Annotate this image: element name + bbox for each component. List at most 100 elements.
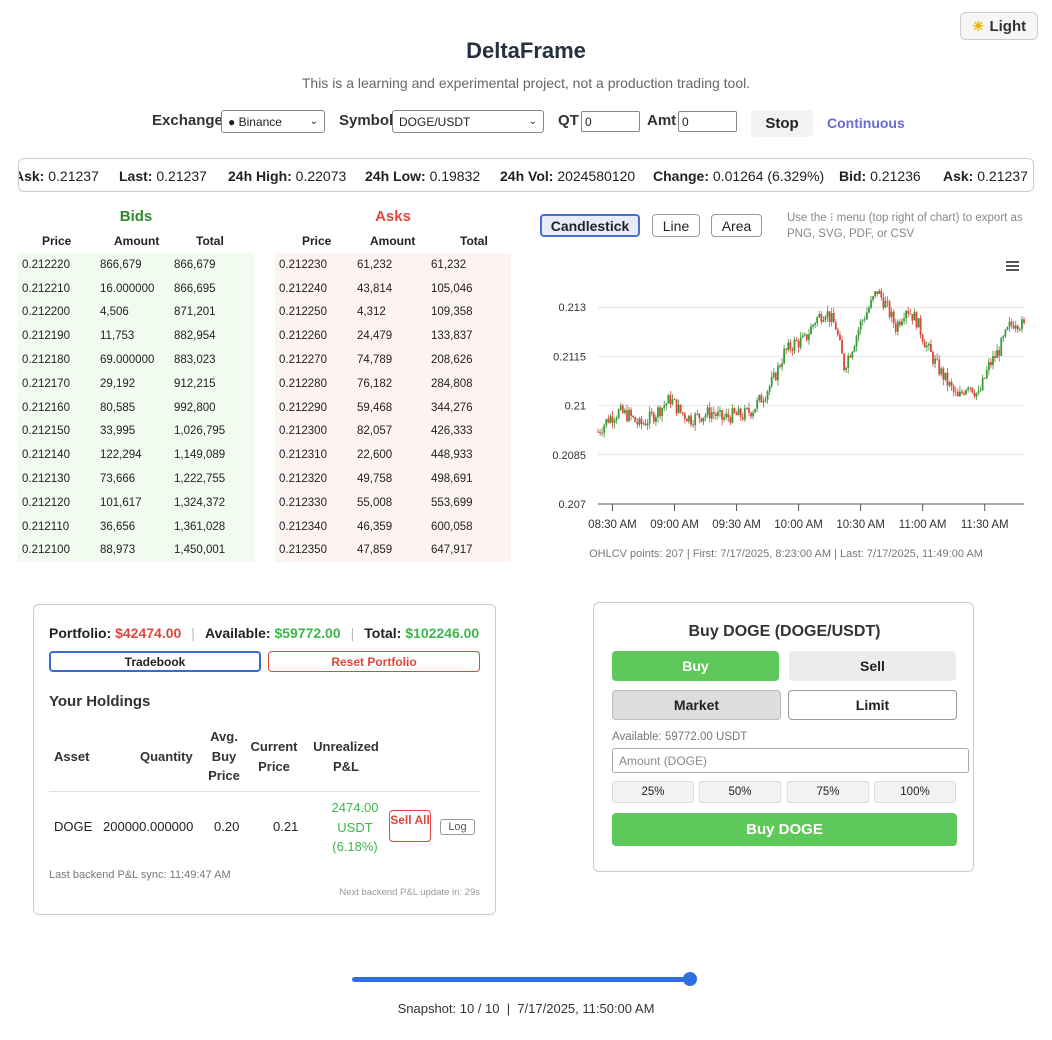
candle-body xyxy=(729,417,732,423)
amount-cell: 16.000000 xyxy=(100,282,155,295)
amount-cell: 24,479 xyxy=(357,330,393,343)
line-tab[interactable]: Line xyxy=(652,214,700,237)
candle-body xyxy=(710,412,713,419)
amt-label: Amt xyxy=(647,112,677,129)
candle-body xyxy=(843,353,845,370)
amount-cell: 61,232 xyxy=(357,258,393,271)
holding-avg-price: 0.20 xyxy=(214,819,240,834)
total-cell: 133,837 xyxy=(431,330,473,343)
candle-body xyxy=(981,377,984,390)
candle-body xyxy=(934,358,936,364)
candle-body xyxy=(890,311,893,318)
candle-body xyxy=(994,355,996,358)
candle-body xyxy=(671,399,674,405)
symbol-select[interactable]: DOGE/USDT ⌄ xyxy=(392,110,544,133)
ticker-item: 24h High: 0.22073 xyxy=(228,168,347,184)
amount-cell: 49,758 xyxy=(357,473,393,486)
pct-100-button[interactable]: 100% xyxy=(874,781,956,803)
candle-body xyxy=(810,326,812,335)
portfolio-summary: Portfolio: $42474.00 | Available: $59772… xyxy=(49,625,480,641)
x-tick-label: 08:30 AM xyxy=(588,519,637,531)
pct-25-button[interactable]: 25% xyxy=(612,781,694,803)
chevron-down-icon: ⌄ xyxy=(309,116,318,127)
theme-toggle-button[interactable]: ☀ Light xyxy=(960,12,1038,40)
snapshot-slider-thumb[interactable] xyxy=(683,972,697,986)
candle-body xyxy=(669,395,672,405)
log-button[interactable]: Log xyxy=(440,819,475,835)
candle-body xyxy=(692,424,695,426)
pct-75-button[interactable]: 75% xyxy=(787,781,869,803)
total-cell: 498,691 xyxy=(431,473,473,486)
candle-body xyxy=(956,392,959,397)
area-tab[interactable]: Area xyxy=(711,214,762,237)
price-ticker: Ask: 0.21237 Last: 0.21237 24h High: 0.2… xyxy=(18,158,1034,192)
candle-body xyxy=(785,348,788,350)
limit-tab[interactable]: Limit xyxy=(788,690,957,720)
candle-body xyxy=(874,291,877,297)
total-cell: 1,324,372 xyxy=(174,496,226,509)
candle-body xyxy=(979,389,982,391)
price-cell: 0.212280 xyxy=(279,377,327,390)
candle-body xyxy=(655,417,657,422)
chart-menu-icon[interactable] xyxy=(1006,261,1019,271)
amount-cell: 47,859 xyxy=(357,544,393,557)
candle-body xyxy=(793,339,796,351)
candle-body xyxy=(855,336,858,347)
amount-cell: 80,585 xyxy=(100,401,136,414)
pct-50-button[interactable]: 50% xyxy=(699,781,781,803)
candle-body xyxy=(605,419,608,426)
stop-button[interactable]: Stop xyxy=(751,110,813,137)
reset-portfolio-button[interactable]: Reset Portfolio xyxy=(268,651,480,672)
price-chart[interactable]: 0.207 0.2085 0.21 0.2115 0.213 08:30 AM 09:00… xyxy=(540,250,1032,540)
total-cell: 105,046 xyxy=(431,282,473,295)
amount-cell: 29,192 xyxy=(100,377,136,390)
candle-body xyxy=(917,318,920,328)
amount-cell: 22,600 xyxy=(357,449,393,462)
y-tick-label: 0.2085 xyxy=(552,450,586,462)
candle-body xyxy=(909,313,912,315)
candle-body xyxy=(681,412,684,414)
ticker-item: Change: 0.01264 (6.329%) xyxy=(653,168,825,184)
candlestick-tab[interactable]: Candlestick xyxy=(540,214,640,237)
exchange-select[interactable]: ● Binance ⌄ xyxy=(221,110,325,133)
bids-row: 0.212180 69.000000 883,023 xyxy=(18,348,254,372)
amount-cell: 59,468 xyxy=(357,401,393,414)
amount-cell: 76,182 xyxy=(357,377,393,390)
sell-tab[interactable]: Sell xyxy=(789,651,956,681)
market-tab[interactable]: Market xyxy=(612,690,781,720)
buy-submit-button[interactable]: Buy DOGE xyxy=(612,813,957,846)
y-tick-label: 0.207 xyxy=(558,499,586,511)
candle-body xyxy=(1014,325,1017,329)
sell-all-button[interactable]: Sell All xyxy=(389,810,431,842)
price-cell: 0.212220 xyxy=(22,258,70,271)
candle-body xyxy=(727,413,730,418)
candle-body xyxy=(963,392,965,395)
candle-body xyxy=(719,410,721,412)
candle-body xyxy=(847,355,850,368)
candle-body xyxy=(648,411,651,424)
buy-tab[interactable]: Buy xyxy=(612,651,779,681)
total-cell: 1,222,755 xyxy=(174,473,226,486)
price-cell: 0.212200 xyxy=(22,306,70,319)
qt-input[interactable]: 0 xyxy=(581,111,640,132)
price-cell: 0.212170 xyxy=(22,377,70,390)
amount-input[interactable]: Amount (DOGE) xyxy=(612,748,969,773)
price-cell: 0.212180 xyxy=(22,354,70,367)
amount-cell: 43,814 xyxy=(357,282,393,295)
continuous-link[interactable]: Continuous xyxy=(827,115,905,131)
y-tick-label: 0.213 xyxy=(558,302,586,314)
candle-body xyxy=(601,432,604,434)
candle-body xyxy=(839,334,841,340)
snapshot-slider-track[interactable] xyxy=(352,977,690,982)
candle-body xyxy=(996,350,999,358)
candle-body xyxy=(626,410,628,421)
asks-row: 0.212340 46,359 600,058 xyxy=(275,515,511,539)
candle-body xyxy=(954,391,957,393)
candle-body xyxy=(836,329,839,335)
candle-body xyxy=(849,355,852,358)
amt-input[interactable]: 0 xyxy=(678,111,737,132)
ticker-item: Ask: 0.21237 xyxy=(943,168,1028,184)
tradebook-button[interactable]: Tradebook xyxy=(49,651,261,672)
total-cell: 426,333 xyxy=(431,425,473,438)
x-tick-label: 11:30 AM xyxy=(961,519,1009,531)
